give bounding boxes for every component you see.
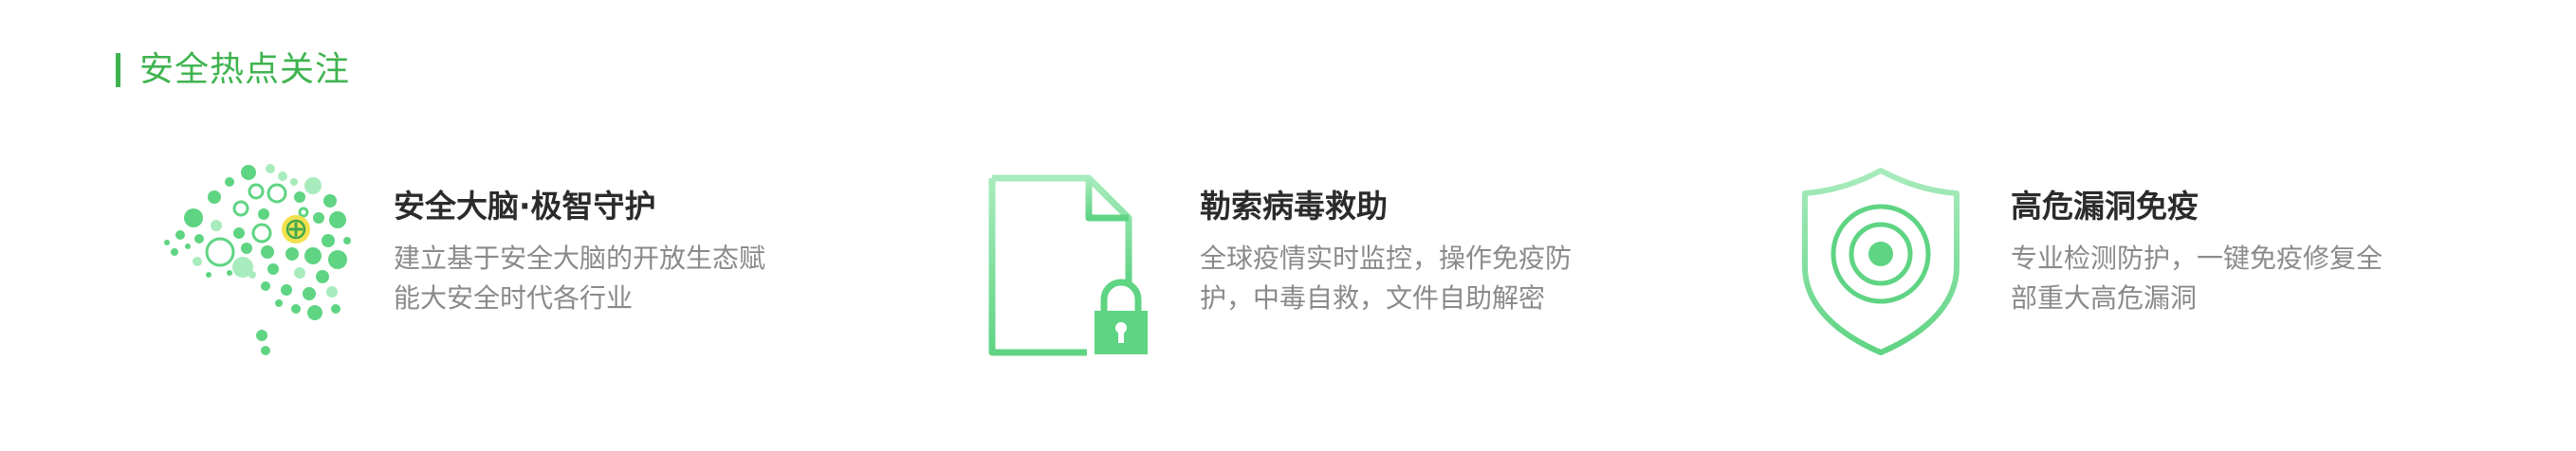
section-title: 安全热点关注: [139, 50, 351, 89]
brain-dot: [294, 267, 305, 279]
brain-dot: [171, 248, 178, 256]
feature-title: 高危漏洞免疫: [2011, 188, 2199, 225]
brain-dot: [208, 190, 221, 204]
brain-dot: [175, 230, 185, 240]
brain-dot: [331, 304, 340, 314]
brain-dot: [285, 247, 299, 261]
brain-dot: [258, 208, 269, 220]
locked-document-graphic: [988, 174, 1148, 356]
brain-dot: [291, 304, 301, 314]
brain-dot: [304, 177, 322, 194]
feature-title: 勒索病毒救助: [1200, 188, 1388, 225]
brain-dot: [205, 237, 235, 267]
feature-card-security-brain[interactable]: 安全大脑·极智守护 建立基于安全大脑的开放生态赋 能大安全时代各行业: [161, 161, 825, 360]
brain-dot: [294, 191, 305, 203]
brain-dot: [184, 208, 203, 227]
feature-description: 专业检测防护，一键免疫修复全 部重大高危漏洞: [2011, 239, 2409, 318]
brain-dot: [313, 212, 324, 224]
shield-target-icon: [1797, 165, 1964, 362]
brain-dot: [290, 178, 298, 186]
security-hotspot-section: 安全热点关注 安全大脑·极智守护 建立基于安全大脑的开放生态赋 能大安全时代各行…: [0, 0, 2576, 451]
brain-dot: [307, 305, 322, 320]
brain-dot: [298, 207, 309, 218]
brain-network-graphic: [164, 164, 351, 355]
brain-dot: [278, 171, 287, 181]
brain-dot: [304, 247, 322, 264]
brain-dot: [193, 257, 202, 266]
feature-description-line: 全球疫情实时监控，操作免疫防: [1200, 243, 1573, 274]
brain-dot: [211, 220, 222, 231]
brain-dot: [275, 299, 283, 307]
feature-description-line: 护，中毒自救，文件自助解密: [1200, 282, 1546, 314]
header-accent-bar: [116, 53, 120, 87]
feature-description-line: 建立基于安全大脑的开放生态赋: [394, 243, 766, 274]
brain-dot: [241, 243, 252, 254]
feature-description-line: 部重大高危漏洞: [2011, 282, 2198, 314]
feature-text: 勒索病毒救助 全球疫情实时监控，操作免疫防 护，中毒自救，文件自助解密: [1200, 186, 1598, 318]
brain-dot: [248, 183, 265, 200]
brain-dot: [323, 194, 337, 207]
feature-card-vulnerability-immunity[interactable]: 高危漏洞免疫 专业检测防护，一键免疫修复全 部重大高危漏洞: [1797, 161, 2480, 360]
brain-dot: [267, 183, 287, 204]
brain-dot: [326, 286, 338, 298]
brain-dot: [328, 250, 347, 269]
feature-text: 安全大脑·极智守护 建立基于安全大脑的开放生态赋 能大安全时代各行业: [394, 186, 792, 318]
brain-dot: [261, 281, 270, 291]
brain-dot: [281, 284, 292, 296]
brain-dot: [232, 200, 249, 217]
feature-description: 全球疫情实时监控，操作免疫防 护，中毒自救，文件自助解密: [1200, 239, 1598, 318]
brain-dot: [303, 287, 316, 300]
brain-dot: [251, 223, 272, 244]
brain-dot: [316, 270, 329, 283]
feature-title: 安全大脑·极智守护: [394, 188, 656, 225]
brain-dot: [194, 234, 204, 244]
brain-dot: [261, 346, 270, 355]
brain-dot: [248, 271, 256, 279]
brain-dot: [241, 165, 256, 180]
brain-dot: [329, 211, 346, 228]
feature-description-line: 能大安全时代各行业: [394, 282, 634, 314]
brain-dot: [322, 234, 335, 247]
brain-dot: [343, 237, 351, 244]
feature-text: 高危漏洞免疫 专业检测防护，一键免疫修复全 部重大高危漏洞: [2011, 186, 2409, 318]
brain-dot: [256, 330, 267, 341]
brain-dot: [227, 270, 232, 276]
feature-description: 建立基于安全大脑的开放生态赋 能大安全时代各行业: [394, 239, 792, 318]
brain-network-icon: [161, 161, 360, 364]
shield-target-graphic: [1802, 168, 1960, 355]
brain-dot: [206, 272, 212, 278]
brain-dot: [233, 227, 245, 239]
section-header: 安全热点关注: [116, 51, 350, 89]
brain-dot: [261, 245, 274, 259]
locked-document-icon: [986, 172, 1157, 366]
brain-dot: [267, 263, 279, 275]
feature-description-line: 专业检测防护，一键免疫修复全: [2011, 243, 2383, 274]
brain-dot: [185, 244, 191, 249]
brain-dot: [225, 177, 234, 187]
feature-card-ransomware-help[interactable]: 勒索病毒救助 全球疫情实时监控，操作免疫防 护，中毒自救，文件自助解密: [986, 161, 1650, 360]
brain-dot: [164, 240, 170, 245]
brain-dot: [266, 164, 275, 173]
